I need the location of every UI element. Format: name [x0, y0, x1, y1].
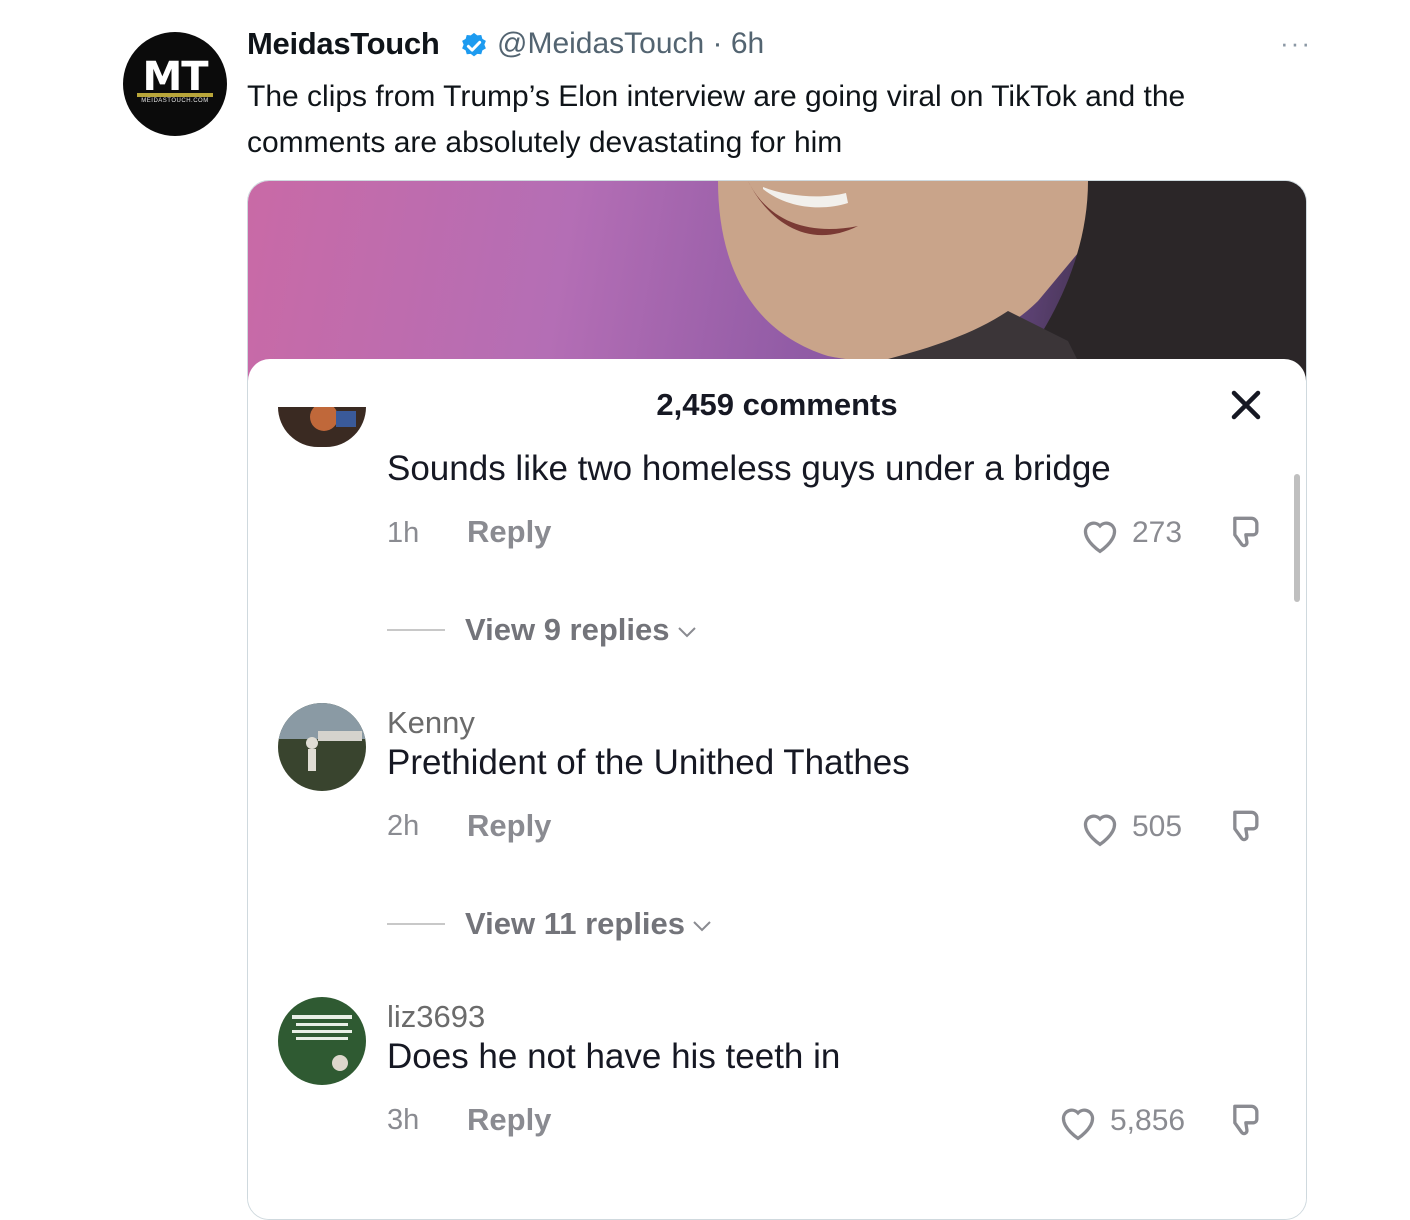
heart-icon[interactable] [1056, 1102, 1100, 1142]
comment-avatar[interactable] [278, 407, 366, 447]
comment-text: Prethident of the Unithed Thathes [387, 743, 910, 782]
dislike-icon[interactable] [1222, 1099, 1266, 1143]
comment-avatar[interactable] [278, 997, 366, 1085]
replies-divider [387, 923, 445, 925]
comment-time: 1h [387, 517, 420, 549]
reply-button[interactable]: Reply [467, 514, 551, 550]
tweet-media-image[interactable]: 2,459 comments Sounds like two homeless … [247, 180, 1307, 1220]
view-replies-label: View 11 replies [465, 906, 686, 941]
video-frame [248, 181, 1306, 381]
comment-text: Does he not have his teeth in [387, 1037, 841, 1076]
heart-icon[interactable] [1078, 808, 1122, 848]
like-count: 5,856 [1110, 1104, 1186, 1137]
avatar-subtext: MEIDASTOUCH.COM [141, 98, 209, 104]
comment-username[interactable]: liz3693 [387, 999, 485, 1035]
comment-time: 2h [387, 810, 420, 842]
comment-username[interactable]: Kenny [387, 705, 475, 741]
author-name[interactable]: MeidasTouch [247, 26, 440, 62]
view-replies-button[interactable]: View 11 replies [465, 906, 713, 942]
video-face-shape [718, 181, 1306, 381]
view-replies-label: View 9 replies [465, 612, 670, 647]
heart-icon[interactable] [1078, 515, 1122, 555]
view-replies-button[interactable]: View 9 replies [465, 612, 698, 648]
comment-text: Sounds like two homeless guys under a br… [387, 449, 1111, 488]
more-options-icon[interactable]: ··· [1280, 28, 1312, 59]
avatar-bar [137, 93, 213, 97]
dislike-icon[interactable] [1222, 805, 1266, 849]
author-avatar[interactable]: MT MEIDASTOUCH.COM [123, 32, 227, 136]
like-count: 273 [1132, 516, 1183, 549]
like-count: 505 [1132, 810, 1183, 843]
author-handle-time[interactable]: @MeidasTouch · 6h [497, 27, 764, 61]
chevron-down-icon [693, 921, 711, 932]
replies-divider [387, 629, 445, 631]
comments-count: 2,459 comments [656, 387, 898, 422]
comment-avatar[interactable] [278, 703, 366, 791]
tweet-text: The clips from Trump’s Elon interview ar… [247, 80, 1186, 159]
comment-time: 3h [387, 1104, 420, 1136]
reply-button[interactable]: Reply [467, 808, 551, 844]
dislike-icon[interactable] [1222, 511, 1266, 555]
reply-button[interactable]: Reply [467, 1102, 551, 1138]
comments-panel: 2,459 comments Sounds like two homeless … [248, 359, 1306, 1219]
chevron-down-icon [677, 627, 696, 638]
close-icon[interactable] [1228, 387, 1264, 423]
verified-badge-icon [462, 32, 486, 57]
scrollbar[interactable] [1294, 474, 1300, 602]
